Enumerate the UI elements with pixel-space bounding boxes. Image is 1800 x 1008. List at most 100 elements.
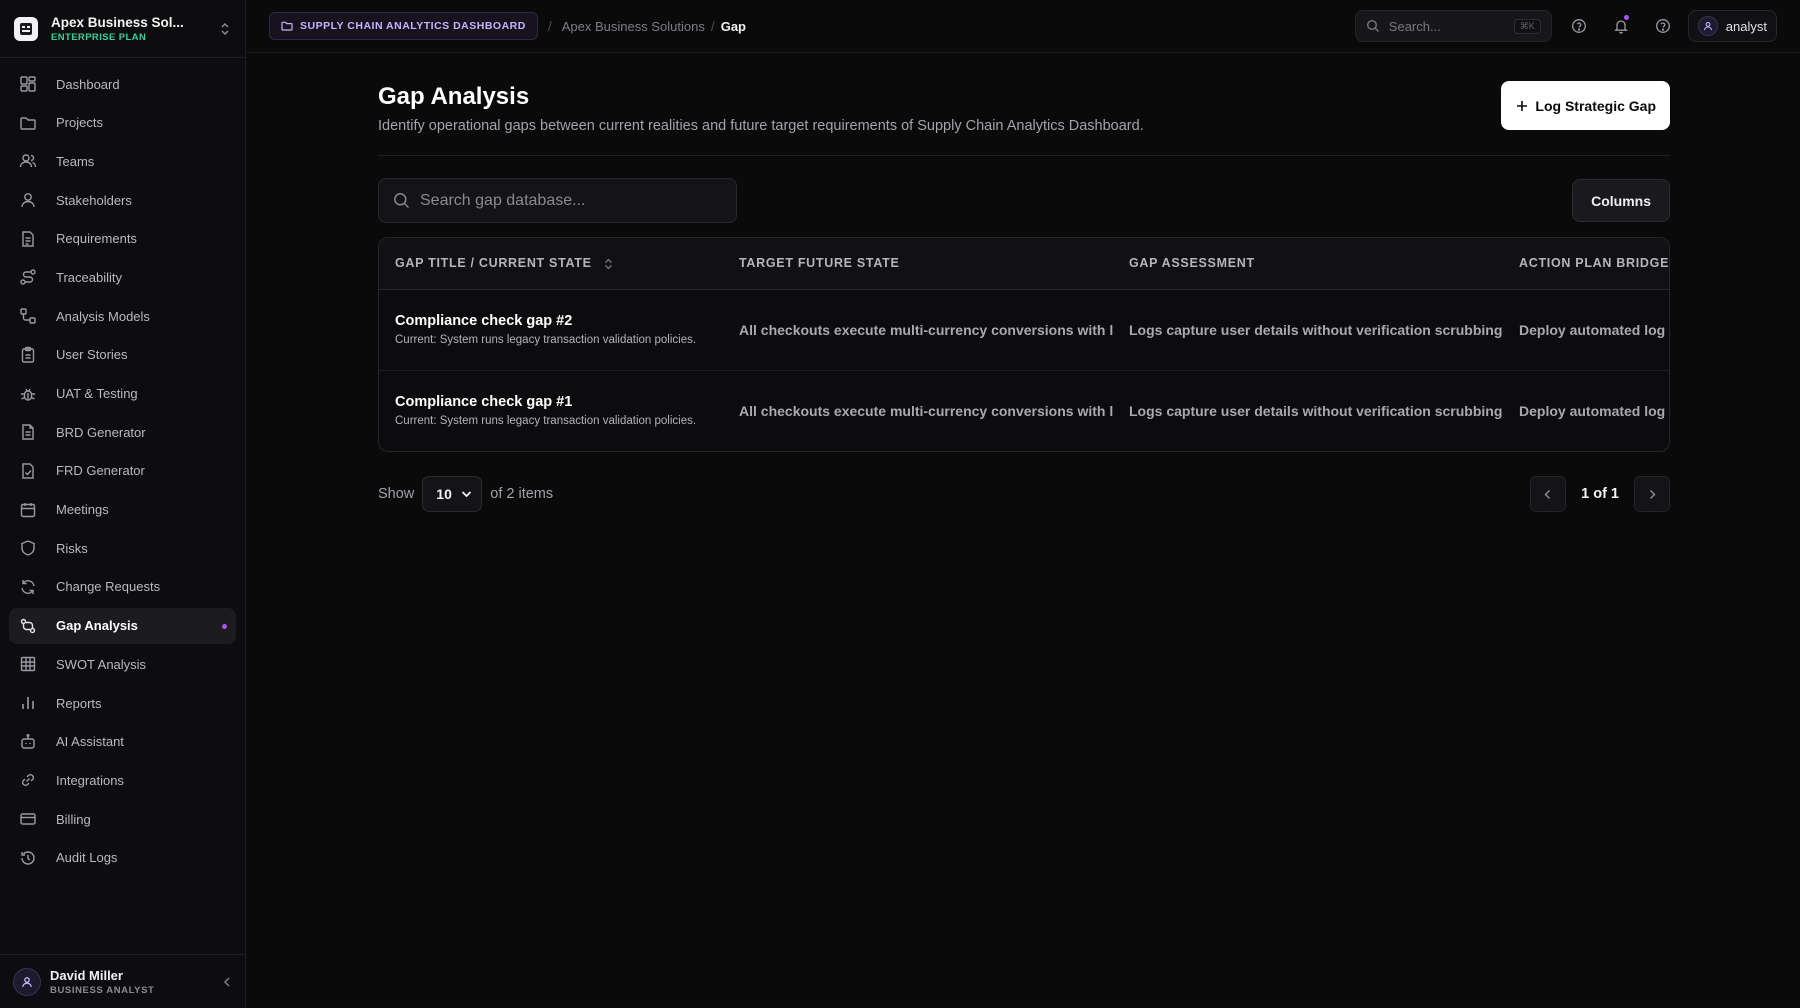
- sidebar-item-label: Billing: [56, 811, 91, 827]
- project-badge[interactable]: SUPPLY CHAIN ANALYTICS DASHBOARD: [269, 12, 538, 40]
- page-size-select[interactable]: 10: [422, 476, 483, 512]
- table-header-row: GAP TITLE / CURRENT STATE TARGET FUTURE …: [379, 238, 1669, 289]
- page-size-group: Show 10 of 2 items: [378, 476, 553, 512]
- users-icon: [19, 152, 37, 170]
- column-header-target-future-state: TARGET FUTURE STATE: [739, 256, 900, 271]
- shield-icon: [19, 539, 37, 557]
- sidebar-item-meetings[interactable]: Meetings: [9, 492, 236, 528]
- breadcrumb: Apex Business Solutions / Gap: [562, 18, 746, 34]
- search-icon: [1366, 19, 1380, 33]
- action-plan-bridge: Deploy automated log sc: [1519, 402, 1670, 419]
- table-row[interactable]: Compliance check gap #2 Current: System …: [379, 289, 1669, 370]
- history-icon: [19, 849, 37, 867]
- user-role: BUSINESS ANALYST: [50, 984, 155, 996]
- previous-page-button[interactable]: [1530, 476, 1567, 512]
- sidebar-item-analysis-models[interactable]: Analysis Models: [9, 298, 236, 334]
- sidebar-item-brd-generator[interactable]: BRD Generator: [9, 414, 236, 450]
- user-name: David Miller: [50, 967, 123, 983]
- sidebar-item-uat-testing[interactable]: UAT & Testing: [9, 376, 236, 412]
- sort-icon[interactable]: [604, 258, 613, 270]
- user-profile[interactable]: David Miller BUSINESS ANALYST: [0, 954, 245, 1008]
- sidebar-item-ai-assistant[interactable]: AI Assistant: [9, 724, 236, 760]
- pagination: 1 of 1: [1530, 476, 1670, 512]
- log-strategic-gap-button[interactable]: Log Strategic Gap: [1501, 81, 1670, 130]
- show-label: Show: [378, 486, 415, 502]
- target-future-state: All checkouts execute multi-currency con…: [739, 321, 1113, 338]
- chevron-right-icon: [1648, 489, 1656, 500]
- sidebar-item-risks[interactable]: Risks: [9, 530, 236, 566]
- sidebar-item-user-stories[interactable]: User Stories: [9, 337, 236, 373]
- log-strategic-gap-label: Log Strategic Gap: [1535, 97, 1656, 114]
- bot-icon: [19, 733, 37, 751]
- table-row[interactable]: Compliance check gap #1 Current: System …: [379, 370, 1670, 451]
- sidebar-item-label: User Stories: [56, 347, 128, 363]
- sidebar-item-label: UAT & Testing: [56, 386, 138, 401]
- page-subtitle: Identify operational gaps between curren…: [378, 118, 1144, 134]
- sidebar-item-label: Risks: [56, 540, 88, 556]
- column-header-gap-title[interactable]: GAP TITLE / CURRENT STATE: [379, 238, 723, 289]
- sidebar-item-billing[interactable]: Billing: [9, 801, 236, 837]
- global-search-input[interactable]: Search... ⌘K: [1354, 10, 1552, 42]
- credit-card-icon: [19, 810, 37, 828]
- gap-current-state: Current: System runs legacy transaction …: [395, 334, 697, 346]
- collapse-sidebar-icon[interactable]: [222, 976, 232, 988]
- sidebar-item-audit-logs[interactable]: Audit Logs: [9, 840, 236, 876]
- chevrons-up-down-icon: [219, 22, 231, 36]
- sidebar-item-teams[interactable]: Teams: [9, 143, 236, 179]
- account-menu-button[interactable]: analyst: [1687, 10, 1777, 42]
- columns-button[interactable]: Columns: [1572, 179, 1670, 222]
- sidebar-item-dashboard[interactable]: Dashboard: [9, 66, 236, 102]
- question-icon[interactable]: [1648, 11, 1678, 41]
- sidebar-item-label: Audit Logs: [56, 850, 118, 866]
- search-shortcut: ⌘K: [1513, 18, 1541, 34]
- sidebar-item-label: Reports: [56, 695, 102, 711]
- sidebar-item-label: Integrations: [56, 772, 124, 788]
- document-icon: [19, 423, 37, 441]
- next-page-button[interactable]: [1634, 476, 1670, 512]
- page-size-value: 10: [436, 486, 452, 502]
- sidebar-item-label: SWOT Analysis: [56, 656, 147, 672]
- sidebar-item-label: Requirements: [56, 231, 137, 247]
- sidebar-item-reports[interactable]: Reports: [9, 685, 236, 721]
- column-header-gap-assessment: GAP ASSESSMENT: [1129, 256, 1255, 271]
- chevron-left-icon: [1544, 489, 1552, 500]
- org-switcher[interactable]: Apex Business Sol... ENTERPRISE PLAN: [0, 0, 245, 58]
- sidebar-item-requirements[interactable]: Requirements: [9, 221, 236, 257]
- sidebar: Apex Business Sol... ENTERPRISE PLAN Das…: [0, 0, 246, 1008]
- sidebar-item-gap-analysis[interactable]: Gap Analysis: [9, 607, 236, 644]
- header-divider: [378, 155, 1670, 156]
- gap-assessment: Logs capture user details without verifi…: [1129, 402, 1503, 419]
- bug-icon: [19, 385, 37, 403]
- sidebar-item-integrations[interactable]: Integrations: [9, 762, 236, 798]
- chevron-down-icon: [461, 490, 472, 498]
- bar-chart-icon: [19, 694, 37, 712]
- breadcrumb-separator: /: [710, 18, 715, 34]
- sidebar-item-swot-analysis[interactable]: SWOT Analysis: [9, 646, 236, 682]
- sidebar-item-change-requests[interactable]: Change Requests: [9, 569, 236, 605]
- active-indicator-dot: [222, 623, 227, 629]
- gap-assessment: Logs capture user details without verifi…: [1129, 321, 1503, 338]
- sidebar-item-stakeholders[interactable]: Stakeholders: [9, 182, 236, 218]
- user-icon: [19, 191, 37, 209]
- calendar-icon: [19, 501, 37, 519]
- clipboard-icon: [19, 346, 37, 364]
- git-compare-icon: [19, 617, 37, 635]
- table-search[interactable]: [378, 178, 737, 223]
- sidebar-item-frd-generator[interactable]: FRD Generator: [9, 453, 236, 489]
- gap-search-input[interactable]: [420, 191, 710, 210]
- gap-title: Compliance check gap #1: [395, 394, 573, 411]
- org-logo-icon: [14, 16, 38, 41]
- grid-icon: [19, 655, 37, 673]
- sidebar-item-projects[interactable]: Projects: [9, 105, 236, 141]
- sidebar-item-label: Gap Analysis: [56, 618, 138, 634]
- breadcrumb-current: Gap: [720, 18, 747, 34]
- org-name: Apex Business Sol...: [51, 14, 184, 30]
- breadcrumb-org[interactable]: Apex Business Solutions: [562, 19, 705, 34]
- notifications-bell-icon[interactable]: [1606, 11, 1636, 41]
- gap-current-state: Current: System runs legacy transaction …: [395, 415, 697, 428]
- notification-dot: [1623, 15, 1629, 20]
- items-count-label: of 2 items: [490, 486, 554, 502]
- sidebar-item-label: BRD Generator: [56, 424, 146, 440]
- sidebar-item-traceability[interactable]: Traceability: [9, 259, 236, 295]
- help-circle-icon[interactable]: [1564, 11, 1594, 41]
